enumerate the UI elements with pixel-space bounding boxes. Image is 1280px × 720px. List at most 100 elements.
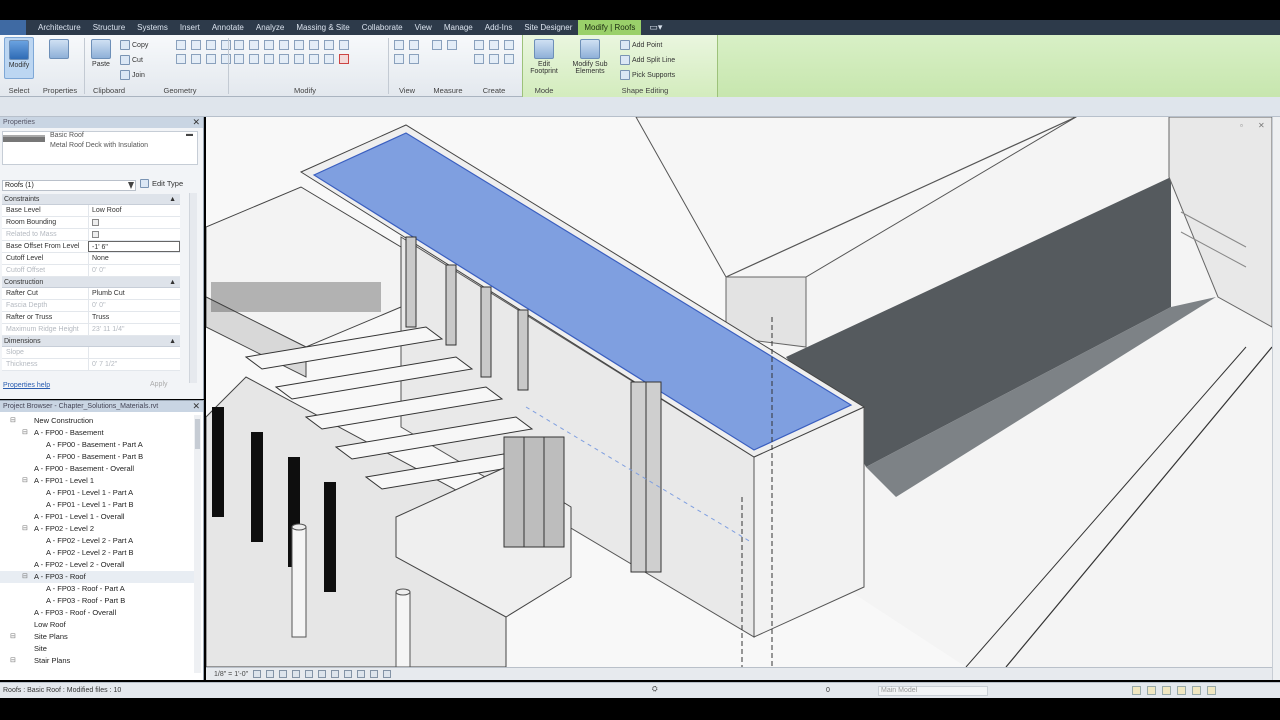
geometry-tool-icon[interactable] bbox=[176, 54, 186, 64]
tab-modify-roofs[interactable]: Modify | Roofs bbox=[578, 20, 642, 35]
apply-button[interactable]: Apply bbox=[150, 381, 168, 388]
analytical-model-icon[interactable] bbox=[383, 670, 392, 678]
tab-architecture[interactable]: Architecture bbox=[32, 20, 87, 35]
scale-icon[interactable] bbox=[294, 54, 304, 64]
split-icon[interactable] bbox=[294, 40, 304, 50]
browser-tree-item[interactable]: A - FP02 - Level 2 - Part B bbox=[0, 547, 196, 559]
browser-tree-item[interactable]: A - FP03 - Roof - Overall bbox=[0, 607, 196, 619]
modify-sub-elements-button[interactable]: Modify Sub Elements bbox=[566, 37, 614, 79]
create-view-icon[interactable] bbox=[504, 54, 514, 64]
prop-row-rafter-cut[interactable]: Rafter Cut Plumb Cut bbox=[2, 288, 180, 300]
pick-supports-button[interactable]: Pick Supports bbox=[620, 70, 675, 80]
tab-annotate[interactable]: Annotate bbox=[206, 20, 250, 35]
section-dimensions[interactable]: Dimensions ▲ bbox=[2, 336, 180, 347]
cut-button[interactable]: Cut bbox=[120, 55, 143, 65]
tree-toggle-icon[interactable]: ⊟ bbox=[22, 475, 28, 487]
shadows-icon[interactable] bbox=[292, 670, 301, 678]
room-bounding-checkbox[interactable] bbox=[92, 218, 99, 226]
panel-label-select[interactable]: Select bbox=[4, 86, 34, 95]
create-parts-icon[interactable] bbox=[489, 40, 499, 50]
browser-tree-item[interactable]: ⊟ A - FP00 - Basement bbox=[0, 427, 196, 439]
browser-tree-item[interactable]: A - FP01 - Level 1 - Part B bbox=[0, 499, 196, 511]
base-offset-field[interactable]: -1' 6" bbox=[88, 241, 180, 252]
tree-toggle-icon[interactable]: ⊟ bbox=[22, 523, 28, 535]
browser-tree-item[interactable]: A - FP02 - Level 2 - Overall bbox=[0, 559, 196, 571]
tab-manage[interactable]: Manage bbox=[438, 20, 479, 35]
geometry-tool-icon[interactable] bbox=[206, 40, 216, 50]
browser-tree-item[interactable]: Low Roof bbox=[0, 619, 196, 631]
viewport-scrollbar[interactable] bbox=[1272, 117, 1280, 680]
tab-insert[interactable]: Insert bbox=[174, 20, 206, 35]
close-icon[interactable]: ✕ bbox=[192, 117, 200, 128]
tree-toggle-icon[interactable]: ⊟ bbox=[10, 655, 16, 667]
trim-single-icon[interactable] bbox=[324, 40, 334, 50]
create-part-icon[interactable] bbox=[489, 54, 499, 64]
override-icon[interactable] bbox=[409, 40, 419, 50]
browser-tree-item[interactable]: ⊟ A - FP01 - Level 1 bbox=[0, 475, 196, 487]
browser-tree-item[interactable]: A - FP02 - Level 2 - Part A bbox=[0, 535, 196, 547]
join-button[interactable]: Join bbox=[120, 70, 145, 80]
prop-row-base-offset[interactable]: Base Offset From Level -1' 6" bbox=[2, 241, 180, 253]
select-by-face-icon[interactable] bbox=[1177, 686, 1186, 695]
tab-structure[interactable]: Structure bbox=[87, 20, 131, 35]
render-icon[interactable] bbox=[305, 670, 314, 678]
browser-tree-item[interactable]: ⊟ Site Plans bbox=[0, 631, 196, 643]
tab-massing-site[interactable]: Massing & Site bbox=[290, 20, 355, 35]
view-scale[interactable]: 1/8" = 1'-0" bbox=[214, 671, 248, 678]
geometry-tool-icon[interactable] bbox=[191, 40, 201, 50]
viewport-restore-icon[interactable]: ▫ bbox=[1240, 121, 1243, 130]
tab-collaborate[interactable]: Collaborate bbox=[356, 20, 409, 35]
prop-row-room-bounding[interactable]: Room Bounding bbox=[2, 217, 180, 229]
application-menu-button[interactable] bbox=[0, 20, 26, 35]
show-crop-icon[interactable] bbox=[331, 670, 340, 678]
section-construction[interactable]: Construction ▲ bbox=[2, 277, 180, 288]
browser-tree-item[interactable]: ⊟ Stair Plans bbox=[0, 655, 196, 667]
reveal-hidden-icon[interactable] bbox=[370, 670, 379, 678]
instance-filter-dropdown[interactable]: Roofs (1) bbox=[2, 180, 136, 191]
copy-element-icon[interactable] bbox=[249, 54, 259, 64]
pin-icon[interactable] bbox=[309, 54, 319, 64]
edit-type-button[interactable]: Edit Type bbox=[140, 179, 183, 188]
offset-icon[interactable] bbox=[249, 40, 259, 50]
create-group-icon[interactable] bbox=[504, 40, 514, 50]
prop-row-base-level[interactable]: Base Level Low Roof bbox=[2, 205, 180, 217]
properties-scrollbar[interactable] bbox=[189, 193, 197, 383]
geometry-tool-icon[interactable] bbox=[206, 54, 216, 64]
geometry-tool-icon[interactable] bbox=[221, 40, 231, 50]
edit-footprint-button[interactable]: Edit Footprint bbox=[526, 37, 562, 79]
geometry-tool-icon[interactable] bbox=[191, 54, 201, 64]
rotate-icon[interactable] bbox=[264, 54, 274, 64]
ribbon-minimize-icon[interactable]: ▭▾ bbox=[649, 22, 662, 33]
mirror-axis-icon[interactable] bbox=[264, 40, 274, 50]
copy-button[interactable]: Copy bbox=[120, 40, 148, 50]
create-assembly-icon[interactable] bbox=[474, 40, 484, 50]
browser-tree-item[interactable]: A - FP03 - Roof - Part B bbox=[0, 595, 196, 607]
paint-icon[interactable] bbox=[409, 54, 419, 64]
section-constraints[interactable]: Constraints ▲ bbox=[2, 194, 180, 205]
create-similar-icon[interactable] bbox=[474, 54, 484, 64]
browser-tree-item[interactable]: A - FP00 - Basement - Overall bbox=[0, 463, 196, 475]
move-icon[interactable] bbox=[234, 54, 244, 64]
select-pinned-icon[interactable] bbox=[1162, 686, 1171, 695]
browser-tree-item[interactable]: Site bbox=[0, 643, 196, 655]
properties-help-link[interactable]: Properties help bbox=[3, 382, 50, 389]
detail-level-icon[interactable] bbox=[253, 670, 262, 678]
3d-viewport[interactable] bbox=[206, 117, 1272, 667]
delete-icon[interactable] bbox=[339, 54, 349, 64]
model-selector[interactable]: Main Model bbox=[878, 686, 988, 696]
browser-tree-item[interactable]: A - FP01 - Level 1 - Part A bbox=[0, 487, 196, 499]
3d-model-drawing[interactable] bbox=[206, 117, 1272, 667]
tree-toggle-icon[interactable]: ⊟ bbox=[10, 415, 16, 427]
trim-icon[interactable] bbox=[309, 40, 319, 50]
tree-toggle-icon[interactable]: ⊟ bbox=[10, 631, 16, 643]
unpin-icon[interactable] bbox=[324, 54, 334, 64]
close-icon[interactable]: ✕ bbox=[192, 401, 200, 412]
browser-tree-item[interactable]: A - FP00 - Basement - Part B bbox=[0, 451, 196, 463]
properties-button[interactable] bbox=[44, 37, 74, 79]
filter-icon[interactable] bbox=[1207, 686, 1216, 695]
prop-row-cutoff-level[interactable]: Cutoff Level None bbox=[2, 253, 180, 265]
add-split-line-button[interactable]: Add Split Line bbox=[620, 55, 675, 65]
tab-view[interactable]: View bbox=[409, 20, 438, 35]
browser-tree-item[interactable]: ⊟ New Construction bbox=[0, 415, 196, 427]
tab-analyze[interactable]: Analyze bbox=[250, 20, 290, 35]
